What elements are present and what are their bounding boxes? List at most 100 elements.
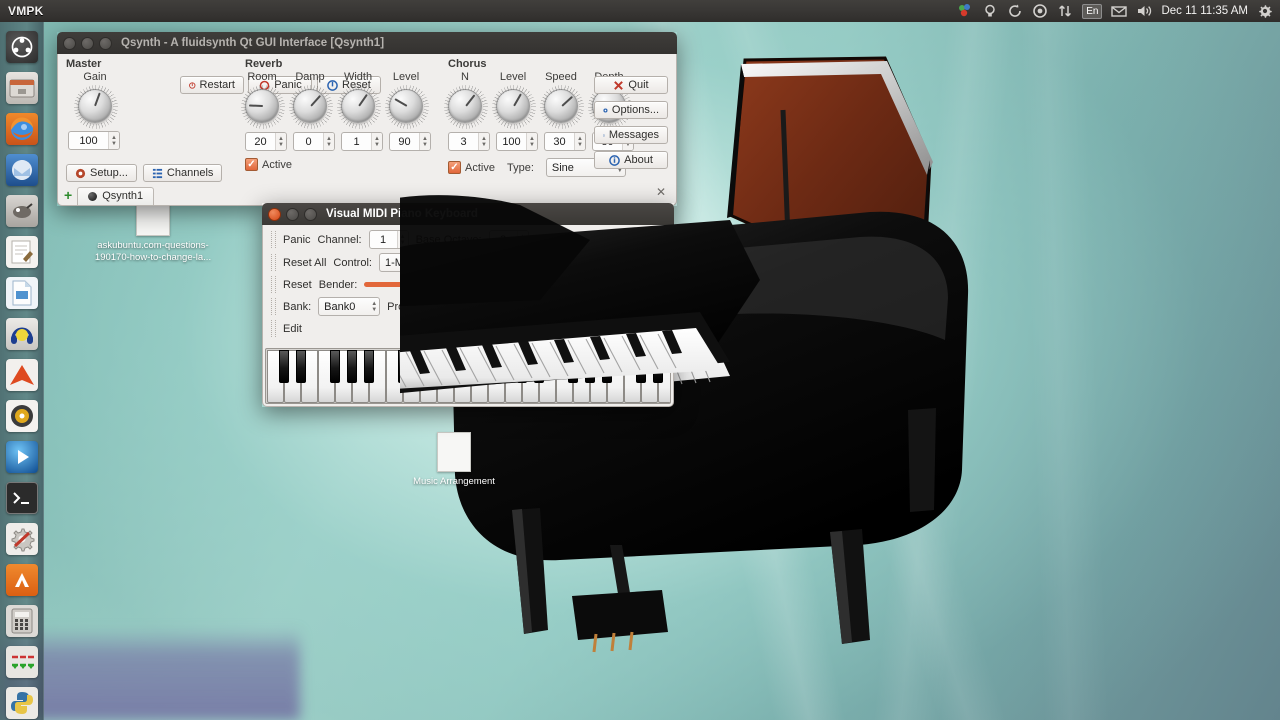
reverb-width-spinbox[interactable]: 1 ▲ ▼	[341, 132, 383, 151]
spinner-arrows[interactable]: ▲▼	[574, 133, 585, 150]
gear-icon[interactable]	[1257, 3, 1273, 19]
minimize-icon[interactable]	[81, 36, 94, 50]
reverb-room-spinbox[interactable]: 20 ▲ ▼	[245, 132, 287, 151]
panel-app-name[interactable]: VMPK	[0, 4, 53, 18]
maximize-icon[interactable]	[99, 36, 112, 50]
spinner-arrows[interactable]: ▲▼	[371, 133, 382, 150]
desktop-icon-askubuntu[interactable]: askubuntu.com-questions-190170-how-to-ch…	[94, 196, 212, 263]
black-key[interactable]	[330, 350, 340, 383]
launcher-item-system-settings[interactable]	[2, 520, 42, 558]
spinner-arrows[interactable]: ▲▼	[323, 133, 334, 150]
reset-button[interactable]: Reset	[283, 279, 312, 291]
launcher-item-libreoffice-writer[interactable]	[2, 274, 42, 312]
black-key[interactable]	[364, 350, 374, 383]
program-combo[interactable]: ▲ ▼	[439, 297, 550, 316]
launcher-item-media-player[interactable]	[2, 438, 42, 476]
spinner-arrows[interactable]: ▲▼	[396, 231, 408, 248]
channels-button[interactable]: Channels	[142, 164, 223, 182]
launcher-item-rhythmbox[interactable]	[2, 315, 42, 353]
chorus-level-spinbox[interactable]: 100 ▲ ▼	[496, 132, 538, 151]
launcher-item-firefox[interactable]	[2, 110, 42, 148]
chorus-n-spinbox[interactable]: 3 ▲ ▼	[448, 132, 490, 151]
black-key[interactable]	[653, 350, 663, 383]
reset-all-button[interactable]: Reset All	[283, 257, 326, 269]
launcher-item-python[interactable]	[2, 684, 42, 720]
edit-button[interactable]: Edit	[283, 323, 302, 335]
black-key[interactable]	[517, 350, 527, 383]
base-octave-spinbox[interactable]: 3 ▲ ▼	[488, 230, 529, 249]
spinner-arrows[interactable]: ▲▼	[108, 132, 119, 149]
bulb-icon[interactable]	[982, 3, 998, 19]
chorus-level-knob[interactable]	[492, 85, 536, 129]
black-key[interactable]	[347, 350, 357, 383]
combo-arrows[interactable]: ▲▼	[554, 257, 566, 269]
options-button[interactable]: Options...	[594, 101, 668, 119]
keyboard-layout-indicator[interactable]: En	[1082, 3, 1103, 19]
qsynth-window[interactable]: Qsynth - A fluidsynth Qt GUI Interface […	[57, 32, 677, 206]
add-engine-button[interactable]: +	[64, 188, 72, 205]
toolbar-grip[interactable]	[271, 254, 276, 271]
spinner-arrows[interactable]: ▲▼	[516, 231, 528, 248]
black-key[interactable]	[636, 350, 646, 383]
about-button[interactable]: About	[594, 151, 668, 169]
black-key[interactable]	[449, 350, 459, 383]
black-key[interactable]	[585, 350, 595, 383]
combo-arrows[interactable]: ▲▼	[365, 301, 377, 313]
black-key[interactable]	[279, 350, 289, 383]
close-icon[interactable]	[268, 207, 281, 221]
reverb-room-knob[interactable]	[241, 85, 285, 129]
vmpk-panic-button[interactable]: Panic	[283, 234, 311, 246]
control-combo[interactable]: 1-Modulation ▲ ▼	[378, 253, 569, 272]
launcher-item-files[interactable]	[2, 69, 42, 107]
launcher-item-ubuntu-one[interactable]	[2, 356, 42, 394]
restart-button[interactable]: Restart	[180, 76, 244, 94]
toolbar-grip[interactable]	[271, 320, 276, 337]
channel-spinbox[interactable]: 1 ▲ ▼	[368, 230, 409, 249]
black-key[interactable]	[568, 350, 578, 383]
chorus-speed-spinbox[interactable]: 30 ▲ ▼	[544, 132, 586, 151]
toolbar-grip[interactable]	[271, 276, 276, 293]
launcher-item-mixer[interactable]	[2, 643, 42, 681]
black-key[interactable]	[534, 350, 544, 383]
launcher-item-terminal[interactable]	[2, 479, 42, 517]
close-icon[interactable]	[63, 36, 76, 50]
chorus-n-knob[interactable]	[444, 85, 488, 129]
clock[interactable]: Dec 11 11:35 AM	[1161, 5, 1248, 17]
maximize-icon[interactable]	[304, 207, 317, 221]
spinner-arrows[interactable]: ▲▼	[419, 133, 430, 150]
black-key[interactable]	[602, 350, 612, 383]
black-key[interactable]	[483, 350, 493, 383]
top-panel[interactable]: VMPK En Dec 11 11:35 AM	[0, 0, 1280, 22]
launcher-item-disc-burner[interactable]	[2, 397, 42, 435]
vmpk-window[interactable]: Visual MIDI Piano Keyboard Panic Channel…	[262, 203, 674, 407]
setup-button[interactable]: Setup...	[66, 164, 137, 182]
reverb-damp-spinbox[interactable]: 0 ▲ ▼	[293, 132, 335, 151]
reverb-width-knob[interactable]	[337, 85, 381, 129]
desktop-icon-music-arrangement[interactable]: Music Arrangement	[395, 432, 513, 488]
launcher-item-dash-home[interactable]	[2, 28, 42, 66]
network-updown-icon[interactable]	[1057, 3, 1073, 19]
black-key[interactable]	[466, 350, 476, 383]
launcher-item-notes[interactable]	[2, 233, 42, 271]
reverb-level-spinbox[interactable]: 90 ▲ ▼	[389, 132, 431, 151]
vmpk-titlebar[interactable]: Visual MIDI Piano Keyboard	[262, 203, 674, 225]
toolbar-grip[interactable]	[271, 231, 276, 248]
vmpk-piano-keyboard[interactable]	[265, 348, 671, 404]
bender-slider-track[interactable]	[364, 282, 495, 287]
quit-button[interactable]: Quit	[594, 76, 668, 94]
volume-icon[interactable]	[1136, 3, 1152, 19]
launcher-item-ubuntu-software[interactable]	[2, 192, 42, 230]
chorus-active-checkbox[interactable]: ✓ Active	[448, 161, 495, 174]
record-icon[interactable]	[1032, 3, 1048, 19]
launcher-item-thunderbird[interactable]	[2, 151, 42, 189]
reverb-level-knob[interactable]	[385, 85, 429, 129]
qsynth-titlebar[interactable]: Qsynth - A fluidsynth Qt GUI Interface […	[57, 32, 677, 54]
spinner-arrows[interactable]: ▲▼	[478, 133, 489, 150]
tab-close-button[interactable]: ✕	[656, 185, 666, 199]
black-key[interactable]	[398, 350, 408, 383]
spinner-arrows[interactable]: ▲▼	[526, 133, 537, 150]
ubuntu-one-icon[interactable]	[957, 3, 973, 19]
master-gain-spinbox[interactable]: 100 ▲ ▼	[68, 131, 120, 150]
bank-combo[interactable]: Bank0 ▲ ▼	[318, 297, 381, 316]
black-key[interactable]	[296, 350, 306, 383]
